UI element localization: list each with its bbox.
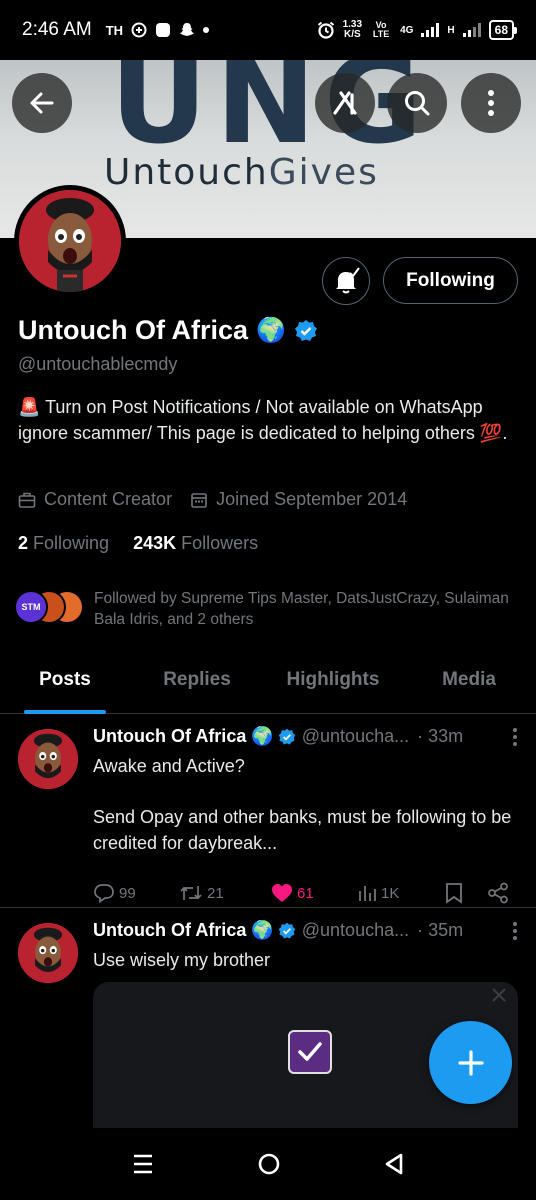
banner-brand-text: UntouchGives (104, 152, 379, 193)
views-button[interactable]: 1K (357, 883, 445, 903)
avatar-illustration (19, 190, 121, 292)
tab-highlights[interactable]: Highlights (264, 656, 402, 713)
th-icon: TH (105, 22, 124, 38)
checkmark-icon (288, 1030, 332, 1074)
globe-emoji: 🌍 (251, 726, 274, 746)
post-time: · 35m (417, 920, 464, 940)
share-icon (488, 882, 508, 904)
follower-avatar-1: STM (14, 590, 48, 624)
following-count-link[interactable]: 2 Following (18, 533, 109, 554)
post-author-handle: @untoucha... (301, 726, 410, 746)
share-button[interactable] (487, 882, 509, 904)
status-time: 2:46 AM (22, 19, 92, 40)
followed-by-section[interactable]: STM Followed by Supreme Tips Master, Dat… (14, 588, 514, 630)
post-avatar[interactable] (18, 923, 78, 983)
repost-icon (180, 886, 202, 900)
tab-replies[interactable]: Replies (130, 656, 264, 713)
reply-icon (94, 884, 114, 903)
post-text: Awake and Active? Send Opay and other ba… (93, 756, 512, 853)
post-header: Untouch Of Africa 🌍 @untoucha... · 35m (93, 920, 518, 941)
more-vertical-icon (488, 90, 494, 116)
followed-by-text: Followed by Supreme Tips Master, DatsJus… (94, 590, 509, 628)
status-bar: 2:46 AM TH 1.33 K/S Vo LTE 4G H 68 (0, 0, 536, 60)
profile-bio: 🚨 Turn on Post Notifications / Not avail… (18, 397, 508, 443)
profile-avatar[interactable] (14, 185, 126, 297)
post-header: Untouch Of Africa 🌍 @untoucha... · 33m (93, 726, 518, 747)
close-icon[interactable] (490, 986, 508, 1004)
verified-badge-icon (278, 728, 296, 744)
bell-check-icon (336, 267, 360, 294)
globe-emoji: 🌍 (251, 920, 274, 940)
banner-logo: UNG (110, 60, 431, 171)
post-author-name[interactable]: Untouch Of Africa (93, 726, 246, 747)
system-nav-bar (0, 1128, 536, 1200)
post-more-icon[interactable] (512, 921, 518, 941)
network-speed: 1.33 K/S (342, 19, 363, 40)
battery-indicator: 68 (488, 20, 518, 40)
views-icon (359, 886, 376, 901)
post-actions: 99 21 61 1K (93, 882, 513, 904)
home-icon[interactable] (257, 1152, 281, 1176)
briefcase-icon (18, 492, 36, 508)
status-right-icons: 1.33 K/S Vo LTE 4G H 68 (317, 19, 518, 40)
back-button[interactable] (12, 73, 72, 133)
app-icon (156, 23, 171, 37)
vpn-icon (131, 22, 147, 38)
post-text: Use wisely my brother (93, 950, 271, 970)
post-time: · 33m (417, 726, 464, 746)
heart-filled-icon (272, 884, 292, 902)
reply-button[interactable]: 99 (93, 883, 179, 903)
post-item[interactable]: Untouch Of Africa 🌍 @untoucha... · 33m A… (0, 714, 536, 908)
followers-count-link[interactable]: 243K Followers (133, 533, 258, 554)
follow-counts: 2 Following 243K Followers (18, 533, 258, 554)
verified-badge-icon (278, 922, 296, 938)
back-arrow-icon (30, 92, 54, 114)
compose-post-button[interactable] (429, 1021, 512, 1104)
post-more-icon[interactable] (512, 727, 518, 747)
back-nav-icon[interactable] (383, 1152, 405, 1176)
bookmark-icon (446, 883, 462, 904)
bookmark-button[interactable] (445, 882, 487, 904)
network-4g: 4G (400, 24, 414, 36)
profile-meta: Content Creator Joined September 2014 (18, 489, 407, 510)
search-icon (405, 91, 430, 116)
post-author-name[interactable]: Untouch Of Africa (93, 920, 246, 941)
snapchat-icon (180, 23, 195, 36)
notification-dot (203, 27, 210, 33)
following-button[interactable]: Following (383, 257, 518, 304)
followed-by-avatars: STM (14, 588, 84, 626)
profile-handle: @untouchablecmdy (18, 354, 178, 374)
profile-category: Content Creator (44, 489, 173, 509)
more-options-button[interactable] (461, 73, 521, 133)
signal-bars-2-icon (462, 23, 481, 37)
grok-button[interactable] (315, 73, 375, 133)
repost-button[interactable]: 21 (179, 883, 271, 903)
profile-name: Untouch Of Africa 🌍 (18, 315, 318, 346)
tab-media[interactable]: Media (402, 656, 536, 713)
status-left-icons: TH (105, 22, 210, 38)
recent-apps-icon[interactable] (131, 1153, 155, 1175)
globe-emoji: 🌍 (256, 317, 286, 344)
signal-bars-icon (421, 23, 440, 37)
like-button[interactable]: 61 (271, 883, 357, 903)
search-button[interactable] (387, 73, 447, 133)
network-h: H (447, 24, 455, 36)
tab-posts[interactable]: Posts (0, 656, 130, 714)
post-avatar[interactable] (18, 729, 78, 789)
plus-icon (457, 1049, 484, 1076)
volte-indicator: Vo LTE (372, 20, 390, 39)
grok-icon (333, 91, 357, 115)
profile-tabs: Posts Replies Highlights Media (0, 656, 536, 714)
post-author-handle: @untoucha... (301, 920, 410, 940)
notifications-toggle-button[interactable] (322, 257, 370, 305)
verified-badge-icon (294, 319, 317, 341)
alarm-icon (317, 21, 334, 39)
calendar-icon (191, 492, 207, 508)
joined-date: Joined September 2014 (216, 489, 408, 509)
